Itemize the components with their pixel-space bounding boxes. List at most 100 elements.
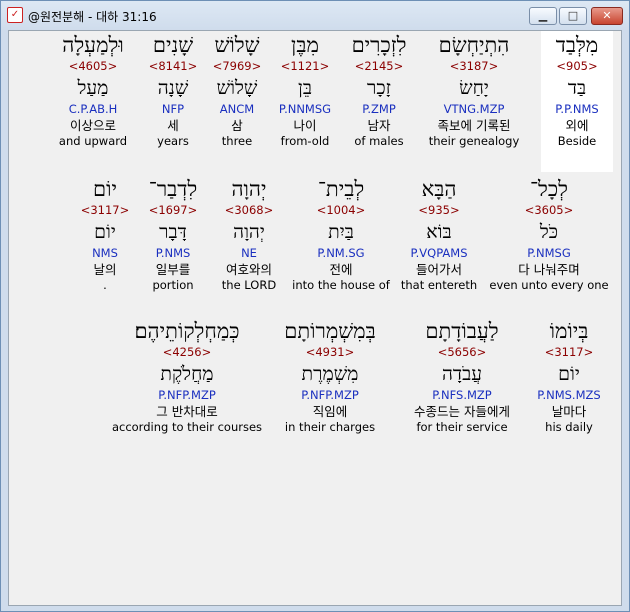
word-4[interactable]: שָׁלוֹשׁ <7969> שָׁלוֹשׁ ANCM 삼 three [205, 31, 269, 149]
parsing-code: P.NMS.MZS [537, 388, 601, 402]
strong-number: <935> [418, 203, 460, 217]
word-11[interactable]: לִדְבַר־ <1697> דָּבָר P.NMS 일부를 portion [141, 175, 205, 293]
hebrew-word: לִדְבַר־ [148, 177, 198, 201]
word-8[interactable]: הַבָּא <935> בּוֹא P.VQPAMS 들어가서 that en… [395, 175, 483, 293]
close-button[interactable]: ✕ [591, 7, 623, 25]
english-gloss: . [103, 278, 107, 292]
english-gloss: portion [152, 278, 194, 292]
maximize-button[interactable]: □ [559, 7, 587, 25]
parsing-code: NE [241, 246, 257, 260]
word-3[interactable]: מִבֶּן <1121> בֵּן P.NNMSG 나이 from-old [269, 31, 341, 149]
hebrew-word: הִתְיַחְשָׂם [438, 33, 510, 57]
english-gloss: of males [354, 134, 404, 148]
word-1[interactable]: הִתְיַחְשָׂם <3187> יָחַשׂ VTNG.MZP 족보에 … [419, 31, 529, 149]
english-gloss: Beside [557, 134, 597, 148]
korean-gloss: 나이 [293, 118, 317, 133]
strong-number: <3605> [524, 203, 574, 217]
korean-gloss: 날마다 [551, 404, 587, 419]
hebrew-word: יְהוָה [231, 177, 267, 201]
hebrew-lemma: בֵּן [298, 77, 312, 99]
hebrew-word: מִבֶּן [291, 33, 319, 57]
hebrew-word: לַעֲבוֹדָתָם [425, 319, 499, 343]
korean-gloss: 이상으로 [69, 118, 116, 133]
parsing-code: P.ZMP [362, 102, 396, 116]
korean-gloss: 남자 [367, 118, 391, 133]
strong-number: <4256> [162, 345, 212, 359]
hebrew-lemma: זָכָר [367, 77, 391, 99]
korean-gloss: 전에 [329, 262, 353, 277]
hebrew-word: כְּמַחְלְקוֹתֵיהֶם׃ [134, 319, 240, 343]
hebrew-word: מִלְּבַד [555, 33, 599, 57]
strong-number: <3117> [80, 203, 130, 217]
hebrew-lemma: כֹּל [539, 221, 559, 243]
hebrew-lemma: יָחַשׂ [459, 77, 489, 99]
word-7[interactable]: לְכָל־ <3605> כֹּל P.NMSG 다 나눠주며 even un… [487, 175, 611, 293]
hebrew-lemma: יוֹם [558, 363, 580, 385]
parsing-code: P.NFS.MZP [432, 388, 492, 402]
english-gloss: the LORD [221, 278, 277, 292]
strong-number: <905> [556, 59, 598, 73]
app-window: ✓ @원전분해 - 대하 31:16 ▁ □ ✕ מִלְּבַד <905> … [0, 0, 630, 612]
window-title: @원전분해 - 대하 31:16 [28, 10, 157, 24]
word-5[interactable]: שָׁנִים <8141> שָׁנָה NFP 세 years [143, 31, 203, 149]
title-bar[interactable]: ✓ @원전분해 - 대하 31:16 ▁ □ ✕ [1, 1, 629, 29]
bible-app-icon: ✓ [7, 7, 23, 23]
word-15[interactable]: בְּמִשְׁמְרוֹתָם <4931> מִשְׁמֶרֶת P.NFP… [271, 317, 389, 435]
hebrew-word: בְּיוֹמוֹ [549, 319, 589, 343]
hebrew-lemma: מַחֲלֹקֶת [160, 363, 214, 385]
korean-gloss: 족보에 기록된 [437, 118, 511, 133]
parsing-code: VTNG.MZP [443, 102, 505, 116]
parsing-code: P.NNMSG [278, 102, 332, 116]
parsing-code: NMS [92, 246, 118, 260]
word-14[interactable]: לַעֲבוֹדָתָם <5656> עֲבֹדָה P.NFS.MZP 수종… [403, 317, 521, 435]
korean-gloss: 다 나눠주며 [518, 262, 580, 277]
hebrew-lemma: יוֹם [94, 221, 116, 243]
hebrew-lemma: שָׁנָה [157, 77, 189, 99]
english-gloss: from-old [280, 134, 330, 148]
korean-gloss: 외에 [565, 118, 589, 133]
strong-number: <7969> [212, 59, 262, 73]
hebrew-lemma: מַעַל [77, 77, 109, 99]
word-0[interactable]: מִלְּבַד <905> בַּד P.P.NMS 외에 Beside [541, 31, 613, 172]
strong-number: <3117> [544, 345, 594, 359]
parsing-code: P.NFP.MZP [158, 388, 216, 402]
english-gloss: and upward [58, 134, 128, 148]
strong-number: <4605> [68, 59, 118, 73]
word-10[interactable]: יְהוָה <3068> יְהוָה NE 여호와의 the LORD [211, 175, 287, 293]
strong-number: <2145> [354, 59, 404, 73]
hebrew-lemma: בַּיִת [328, 221, 354, 243]
english-gloss: into the house of [292, 278, 390, 292]
korean-gloss: 여호와의 [225, 262, 272, 277]
korean-gloss: 들어가서 [415, 262, 462, 277]
word-2[interactable]: לִזְכָרִים <2145> זָכָר P.ZMP 남자 of male… [339, 31, 419, 149]
english-gloss: years [157, 134, 189, 148]
word-16[interactable]: כְּמַחְלְקוֹתֵיהֶם׃ <4256> מַחֲלֹקֶת P.N… [105, 317, 269, 435]
english-gloss: according to their courses [111, 420, 263, 434]
word-13[interactable]: בְּיוֹמוֹ <3117> יוֹם P.NMS.MZS 날마다 his … [525, 317, 613, 435]
english-gloss: three [221, 134, 253, 148]
strong-number: <5656> [437, 345, 487, 359]
word-9[interactable]: לְבֵית־ <1004> בַּיִת P.NM.SG 전에 into th… [289, 175, 393, 293]
word-6[interactable]: וּלְמַעְלָה <4605> מַעַל C.P.AB.H 이상으로 a… [49, 31, 137, 149]
hebrew-lemma: בַּד [567, 77, 587, 99]
hebrew-word: לְבֵית־ [317, 177, 365, 201]
parsing-code: C.P.AB.H [68, 102, 118, 116]
korean-gloss: 삼 [231, 118, 243, 133]
korean-gloss: 직임에 [312, 404, 348, 419]
korean-gloss: 수종드는 자들에게 [414, 404, 510, 419]
parsing-code: P.NMS [155, 246, 191, 260]
hebrew-word: יוֹם [93, 177, 117, 201]
strong-number: <1697> [148, 203, 198, 217]
minimize-button[interactable]: ▁ [529, 7, 557, 25]
english-gloss: his daily [545, 420, 593, 434]
hebrew-word: שָׁלוֹשׁ [214, 33, 260, 57]
strong-number: <8141> [148, 59, 198, 73]
hebrew-word: הַבָּא [421, 177, 457, 201]
hebrew-lemma: מִשְׁמֶרֶת [301, 363, 359, 385]
english-gloss: for their service [416, 420, 508, 434]
parsing-code: P.NMSG [527, 246, 571, 260]
hebrew-word: לִזְכָרִים [351, 33, 407, 57]
strong-number: <4931> [305, 345, 355, 359]
parsing-code: NFP [161, 102, 185, 116]
word-12[interactable]: יוֹם <3117> יוֹם NMS 날의 . [75, 175, 135, 293]
